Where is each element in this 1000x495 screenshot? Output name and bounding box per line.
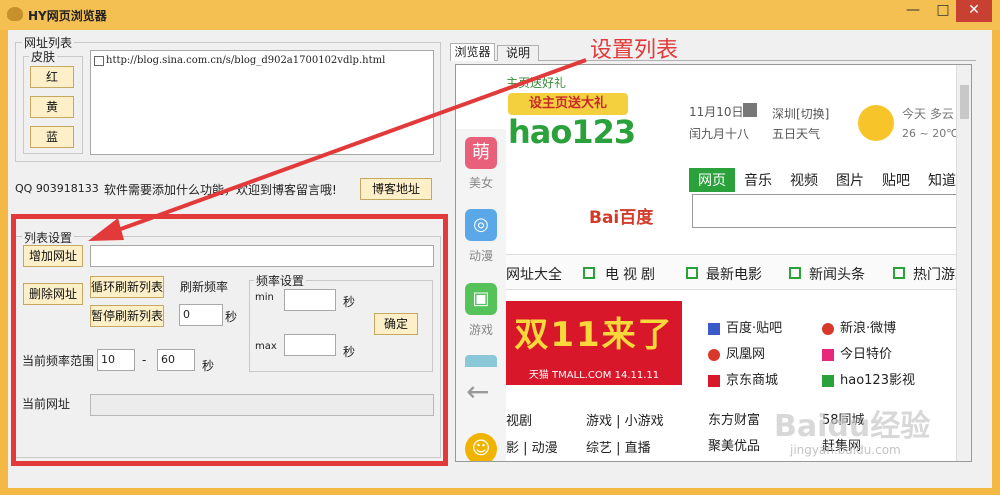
- annotation-arrow: [88, 58, 587, 241]
- app-window: HY网页浏览器 — □ ✕ 网址列表 皮肤 红 黄 蓝 http://blog.…: [0, 0, 1000, 495]
